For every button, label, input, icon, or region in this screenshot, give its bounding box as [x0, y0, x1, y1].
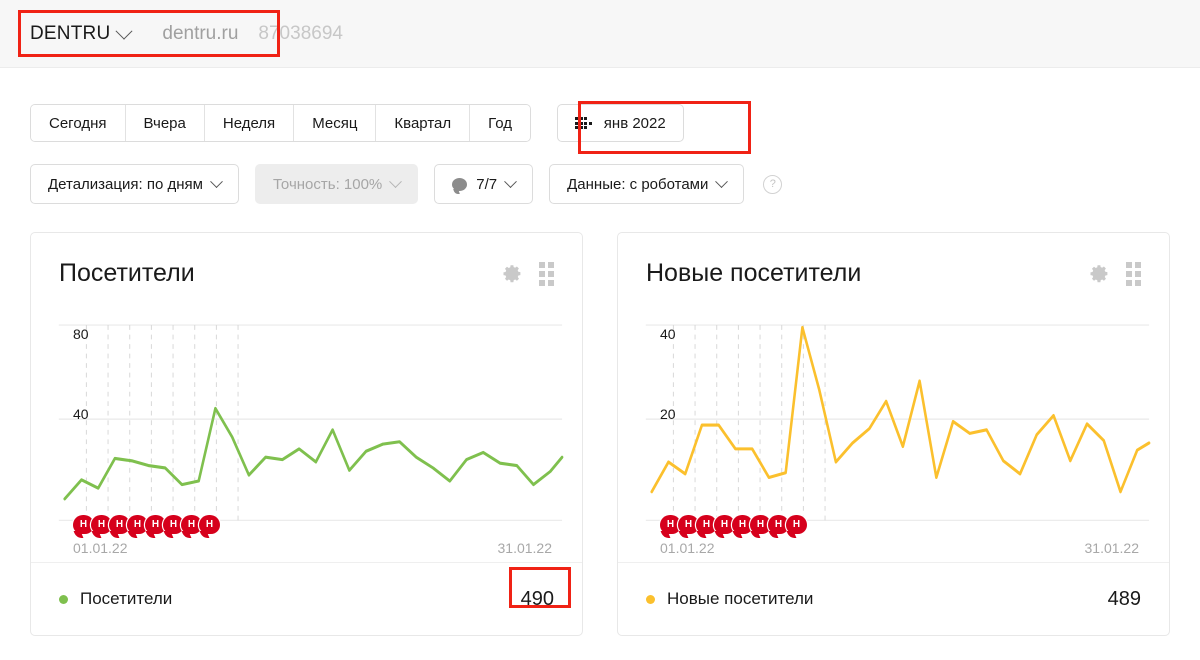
- card-actions: [502, 261, 554, 286]
- site-selector[interactable]: DENTRU: [30, 22, 133, 45]
- card-title: Посетители: [59, 259, 195, 287]
- detail-level-label: Детализация: по дням: [48, 175, 203, 193]
- legend-color-dot: [646, 594, 655, 604]
- site-name-label: DENTRU: [30, 22, 111, 44]
- period-selector-row: Сегодня Вчера Неделя Месяц Квартал Год я…: [30, 104, 1170, 142]
- detail-level-dropdown[interactable]: Детализация: по дням: [30, 164, 239, 204]
- speech-bubble-icon: [452, 177, 468, 191]
- period-week[interactable]: Неделя: [204, 105, 295, 141]
- top-header-bar: DENTRU dentru.ru 87038694: [0, 0, 1200, 68]
- report-cards-container: Посетители 80 40 Н Н Н Н Н Н Н Н 01.01.2…: [0, 232, 1200, 636]
- period-month[interactable]: Месяц: [294, 105, 377, 141]
- x-axis-start-date: 01.01.22: [660, 540, 715, 556]
- grid-dots-icon[interactable]: [539, 261, 554, 286]
- series-line-visitors: [63, 406, 564, 501]
- period-quarter[interactable]: Квартал: [376, 105, 471, 141]
- holiday-badge[interactable]: Н: [199, 515, 220, 534]
- legend-entry[interactable]: Посетители: [59, 589, 172, 609]
- calendar-grid-icon: [575, 116, 592, 130]
- period-yesterday[interactable]: Вчера: [125, 105, 205, 141]
- gear-icon[interactable]: [1089, 263, 1110, 284]
- gear-icon[interactable]: [502, 263, 523, 284]
- card-legend-new-visitors: Новые посетители 489: [618, 562, 1169, 635]
- series-line-new-visitors: [650, 325, 1151, 494]
- goals-dropdown[interactable]: 7/7: [434, 164, 534, 204]
- site-domain-link[interactable]: dentru.ru: [162, 23, 238, 45]
- y-axis-tick-mid: 40: [73, 406, 89, 422]
- holiday-badges-visitors: Н Н Н Н Н Н Н Н: [73, 515, 220, 534]
- legend-color-dot: [59, 594, 68, 604]
- chart-area-visitors: 80 40 Н Н Н Н Н Н Н Н 01.01.22 31.01.22: [47, 306, 566, 562]
- chevron-down-icon: [504, 174, 518, 188]
- chevron-down-icon: [210, 174, 223, 188]
- card-title: Новые посетители: [646, 259, 862, 287]
- y-axis-tick-top: 80: [73, 326, 89, 342]
- chevron-down-icon: [389, 174, 403, 188]
- holiday-badges-new-visitors: Н Н Н Н Н Н Н Н: [660, 515, 807, 534]
- x-axis-start-date: 01.01.22: [73, 540, 128, 556]
- date-range-label: янв 2022: [603, 114, 666, 132]
- holiday-gridlines: [85, 325, 239, 521]
- legend-total-value: 489: [1107, 587, 1141, 610]
- y-axis-tick-mid: 20: [660, 406, 676, 422]
- goals-label: 7/7: [476, 175, 498, 193]
- y-axis-tick-top: 40: [660, 326, 676, 342]
- accuracy-dropdown[interactable]: Точность: 100%: [254, 164, 419, 204]
- card-header: Посетители: [31, 233, 582, 288]
- period-segmented-control: Сегодня Вчера Неделя Месяц Квартал Год: [30, 104, 532, 142]
- chevron-down-icon: [115, 22, 133, 40]
- x-axis-end-date: 31.01.22: [1084, 540, 1140, 556]
- question-mark-icon[interactable]: ?: [763, 174, 783, 194]
- toolbar: Сегодня Вчера Неделя Месяц Квартал Год я…: [0, 104, 1200, 204]
- period-today[interactable]: Сегодня: [31, 105, 126, 141]
- x-axis-end-date: 31.01.22: [497, 540, 553, 556]
- date-range-picker-button[interactable]: янв 2022: [557, 104, 684, 142]
- grid-dots-icon[interactable]: [1126, 261, 1141, 286]
- legend-total-value: 490: [520, 587, 554, 610]
- data-source-label: Данные: с роботами: [567, 175, 709, 193]
- card-header: Новые посетители: [618, 233, 1169, 288]
- legend-entry[interactable]: Новые посетители: [646, 589, 813, 609]
- period-year[interactable]: Год: [470, 105, 531, 141]
- card-visitors: Посетители 80 40 Н Н Н Н Н Н Н Н 01.01.2…: [30, 232, 583, 636]
- accuracy-label: Точность: 100%: [272, 175, 383, 193]
- counter-id-label: 87038694: [258, 22, 343, 44]
- holiday-badge[interactable]: Н: [786, 515, 807, 534]
- card-legend-visitors: Посетители 490: [31, 562, 582, 635]
- legend-series-name: Новые посетители: [667, 589, 814, 608]
- card-new-visitors: Новые посетители 40 20 Н Н Н Н Н Н Н Н 0…: [617, 232, 1170, 636]
- filter-row: Детализация: по дням Точность: 100% 7/7 …: [30, 164, 1170, 204]
- card-actions: [1089, 261, 1141, 286]
- chevron-down-icon: [715, 174, 729, 188]
- legend-series-name: Посетители: [80, 589, 173, 608]
- data-source-dropdown[interactable]: Данные: с роботами: [549, 164, 745, 204]
- holiday-gridlines: [672, 325, 826, 521]
- chart-area-new-visitors: 40 20 Н Н Н Н Н Н Н Н 01.01.22 31.01.22: [634, 306, 1153, 562]
